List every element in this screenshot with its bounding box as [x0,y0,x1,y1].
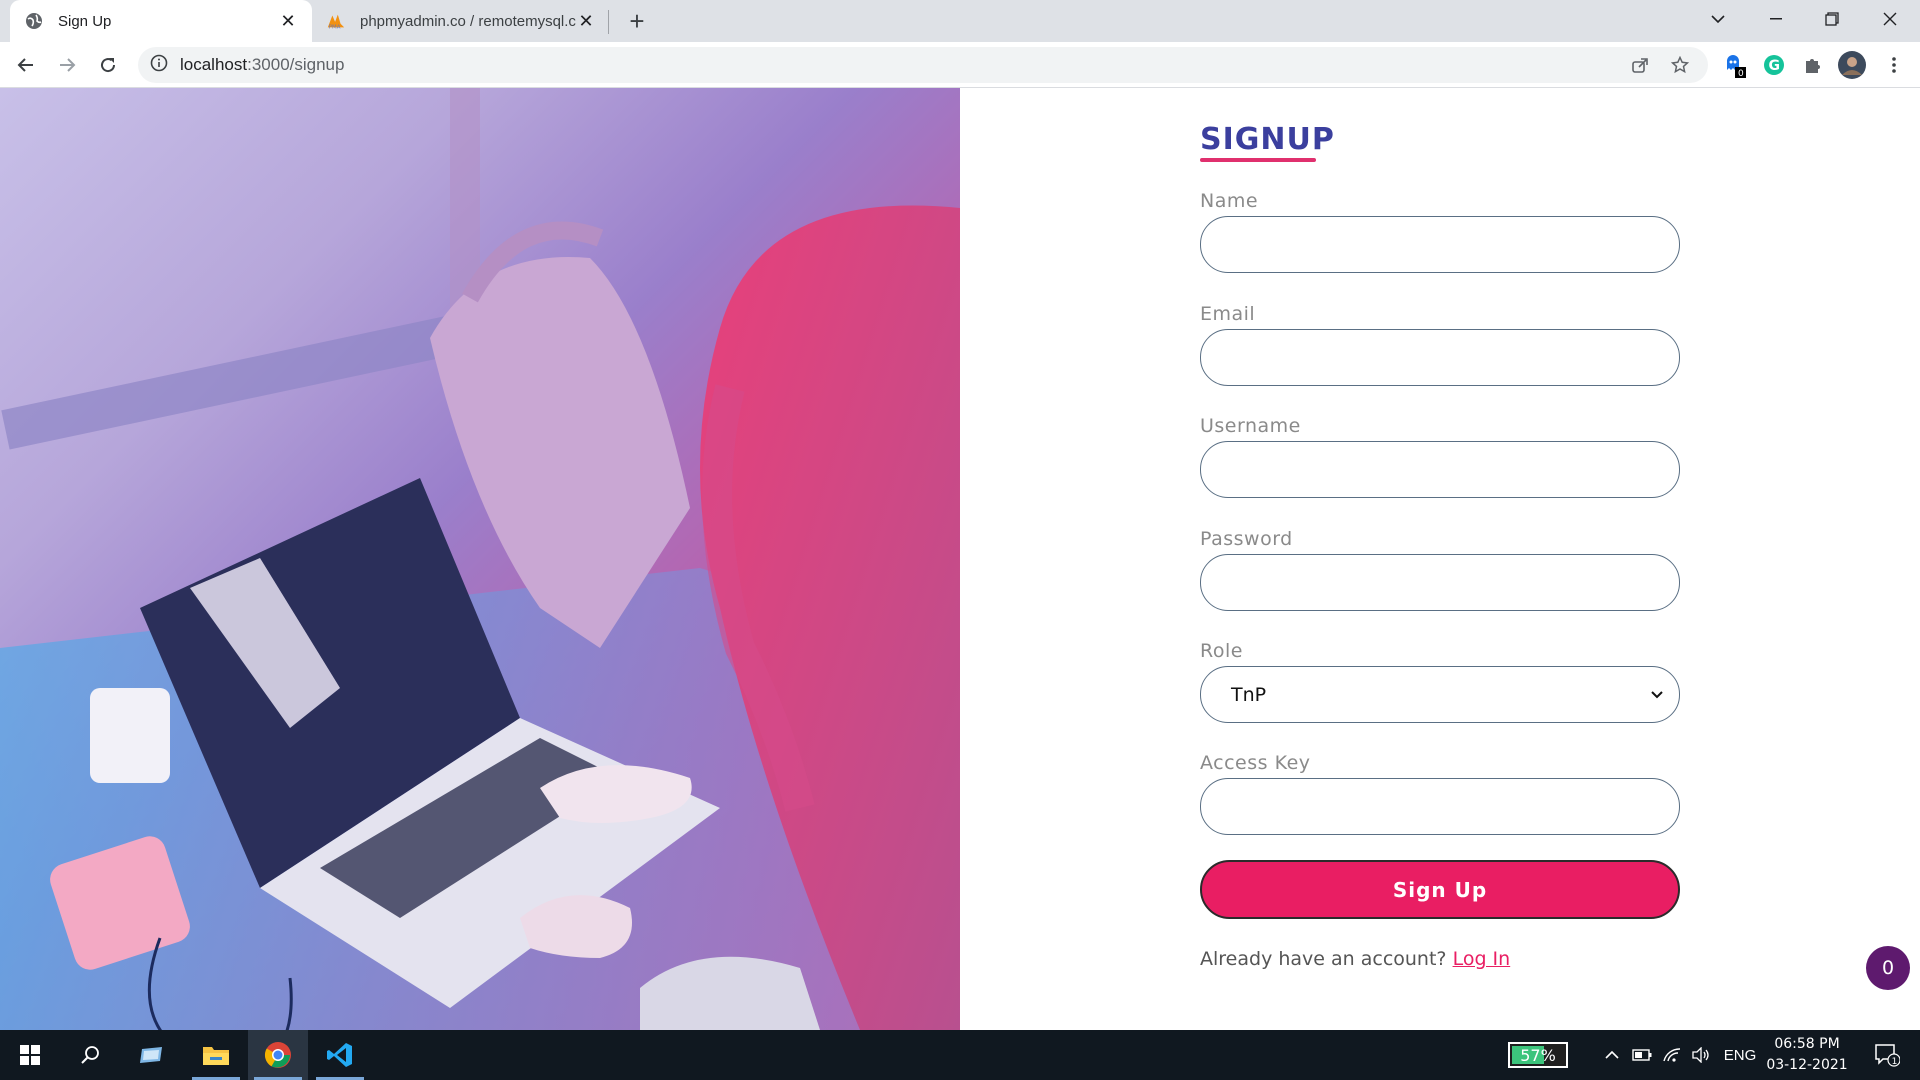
vscode-taskbar-icon[interactable] [310,1030,370,1080]
hero-image [0,88,960,1030]
form-heading: SIGNUP [1200,122,1335,157]
browser-menu-icon[interactable] [1878,49,1910,81]
search-icon[interactable] [60,1030,120,1080]
login-link[interactable]: Log In [1453,948,1511,970]
reload-button[interactable] [92,49,124,81]
tab-sign-up[interactable]: Sign Up ✕ [10,0,312,42]
username-input[interactable] [1200,441,1680,498]
url-text: localhost:3000/signup [180,55,344,75]
woman-laptop-illustration [0,88,960,1030]
file-explorer-icon[interactable] [186,1030,246,1080]
login-prompt: Already have an account? Log In [1200,948,1510,970]
forward-button[interactable] [51,49,83,81]
svg-text:G: G [1769,58,1781,74]
tab-search-icon[interactable] [1696,0,1740,38]
minimize-button[interactable] [1754,0,1798,38]
tab-close-icon[interactable]: ✕ [278,11,298,31]
name-label: Name [1200,190,1259,212]
chrome-taskbar-icon[interactable] [248,1030,308,1080]
show-hidden-icons-icon[interactable] [1598,1030,1626,1080]
role-select[interactable]: TnP [1200,666,1680,723]
tab-separator [608,10,609,34]
bookmark-star-icon[interactable] [1664,47,1696,83]
extension-ghost-icon[interactable]: 0 [1718,49,1750,81]
close-window-button[interactable] [1868,0,1912,38]
browser-toolbar: localhost:3000/signup 0 G [0,42,1920,88]
notification-center-icon[interactable]: 1 [1862,1030,1912,1080]
access-key-input[interactable] [1200,778,1680,835]
sign-up-button[interactable]: Sign Up [1200,860,1680,919]
restore-button[interactable] [1810,0,1854,38]
grammarly-icon[interactable]: G [1758,49,1790,81]
taskbar-clock[interactable]: 06:58 PM 03-12-2021 [1762,1034,1852,1076]
clock-date: 03-12-2021 [1766,1057,1848,1073]
tab-phpmyadmin[interactable]: PMA phpmyadmin.co / remotemysql.c ✕ [314,0,608,42]
chevron-down-icon [1649,687,1665,703]
site-info-icon[interactable] [150,54,168,77]
tab-title: Sign Up [58,12,112,30]
heading-underline [1200,158,1316,162]
notification-count: 1 [1892,1057,1898,1067]
clock-time: 06:58 PM [1774,1036,1840,1052]
profile-avatar[interactable] [1836,49,1868,81]
share-icon[interactable] [1624,47,1656,83]
windows-start-icon[interactable] [0,1030,60,1080]
extensions-puzzle-icon[interactable] [1797,49,1829,81]
windows-taskbar: 57% ENG 06:58 PM 03-12-2021 1 [0,1030,1920,1080]
tab-close-icon[interactable]: ✕ [576,11,596,31]
language-indicator[interactable]: ENG [1718,1030,1762,1080]
address-bar[interactable]: localhost:3000/signup [138,47,1708,83]
password-input[interactable] [1200,554,1680,611]
battery-tray-icon[interactable] [1628,1030,1656,1080]
role-selected-value: TnP [1231,683,1267,706]
page-content: SIGNUP Name Email Username Password Role… [0,88,1920,1030]
tab-title: phpmyadmin.co / remotemysql.c [360,12,576,30]
wifi-icon[interactable] [1658,1030,1686,1080]
battery-indicator[interactable]: 57% [1508,1042,1568,1068]
role-label: Role [1200,640,1243,662]
url-host: localhost [180,55,248,74]
volume-icon[interactable] [1686,1030,1716,1080]
new-tab-button[interactable]: + [622,6,652,36]
email-label: Email [1200,303,1256,325]
extension-badge: 0 [1738,69,1744,78]
floating-count-badge[interactable]: 0 [1866,946,1910,990]
email-input[interactable] [1200,329,1680,386]
svg-text:PMA: PMA [329,24,341,30]
url-path: :3000/signup [247,55,345,74]
back-button[interactable] [10,49,42,81]
name-input[interactable] [1200,216,1680,273]
login-prompt-text: Already have an account? [1200,948,1447,970]
globe-icon [24,11,44,31]
username-label: Username [1200,415,1301,437]
phpmyadmin-icon: PMA [326,11,346,31]
browser-tab-bar: Sign Up ✕ PMA phpmyadmin.co / remotemysq… [0,0,1920,42]
battery-percent: 57% [1520,1045,1556,1065]
task-view-icon[interactable] [122,1030,182,1080]
password-label: Password [1200,528,1293,550]
access-key-label: Access Key [1200,752,1311,774]
